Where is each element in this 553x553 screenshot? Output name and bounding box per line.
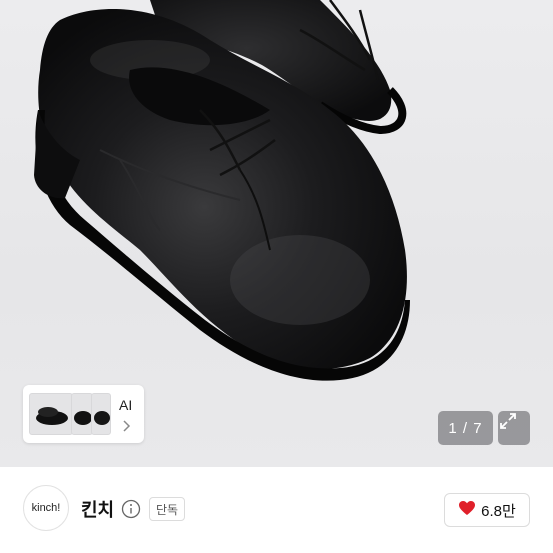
like-button[interactable]: 6.8만 bbox=[444, 493, 530, 527]
ai-thumbnail-1 bbox=[29, 393, 73, 435]
heart-icon bbox=[458, 500, 476, 520]
ai-similar-card[interactable]: AI bbox=[23, 385, 144, 443]
ai-thumbnail-stack bbox=[29, 393, 111, 435]
info-icon[interactable] bbox=[121, 499, 141, 523]
image-counter: 1 / 7 bbox=[438, 411, 493, 445]
avatar-text: kinch! bbox=[31, 502, 61, 514]
ai-label: AI bbox=[119, 397, 133, 413]
ai-thumbnail-2 bbox=[71, 393, 93, 435]
seller-row: kinch! 킨치 단독 6.8만 bbox=[0, 467, 553, 553]
ai-thumbnail-3 bbox=[91, 393, 111, 435]
expand-button[interactable] bbox=[498, 411, 530, 445]
exclusive-badge: 단독 bbox=[149, 497, 186, 521]
seller-name[interactable]: 킨치 bbox=[81, 496, 114, 522]
like-count: 6.8만 bbox=[481, 502, 516, 520]
seller-avatar[interactable]: kinch! bbox=[23, 485, 69, 531]
product-image-gallery[interactable]: AI 1 / 7 bbox=[0, 0, 553, 467]
